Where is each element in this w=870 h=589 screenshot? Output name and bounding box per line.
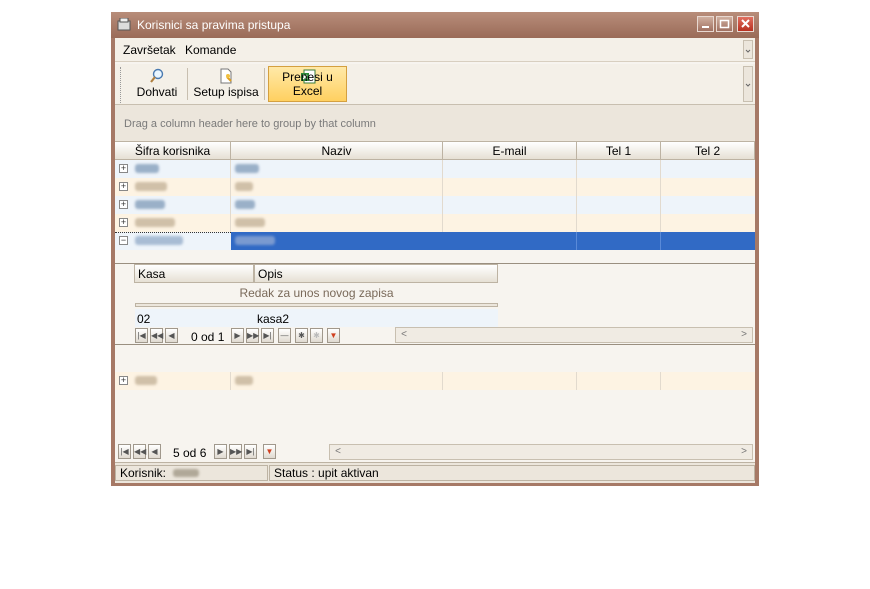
prev-record-icon[interactable]: ◀	[148, 444, 161, 459]
collapse-icon[interactable]: −	[119, 236, 128, 245]
close-button[interactable]	[737, 16, 754, 32]
print-setup-label: Setup ispisa	[193, 85, 259, 99]
toolbar-grip[interactable]	[120, 67, 124, 103]
group-by-panel[interactable]: Drag a column header here to group by th…	[115, 105, 755, 141]
grid-navigator: |◀ ◀◀ ◀ 5 od 6 ▶ ▶▶ ▶| ▼	[118, 444, 318, 460]
detail-grid: Kasa Opis Redak za unos novog zapisa 02 …	[115, 263, 755, 345]
maximize-icon	[719, 19, 730, 29]
menu-komande[interactable]: Komande	[185, 43, 236, 57]
menu-overflow-button[interactable]	[743, 40, 753, 59]
group-by-hint: Drag a column header here to group by th…	[124, 118, 376, 130]
column-header-email[interactable]: E-mail	[443, 142, 577, 160]
new-row-placeholder[interactable]: Redak za unos novog zapisa	[135, 284, 498, 302]
column-header-naziv[interactable]: Naziv	[231, 142, 443, 160]
append-record-icon[interactable]: ✱	[295, 328, 308, 343]
prev-page-icon[interactable]: ◀◀	[133, 444, 146, 459]
detail-column-header-kasa[interactable]: Kasa	[134, 264, 254, 283]
detail-navigator: |◀ ◀◀ ◀ 0 od 1 ▶ ▶▶ ▶| — ✱ ✱ ▼	[135, 328, 395, 344]
prev-record-icon[interactable]: ◀	[165, 328, 178, 343]
close-icon	[741, 19, 750, 28]
window-client: Završetak Komande Dohvati Setup ispisa P…	[115, 38, 755, 483]
table-row[interactable]: +	[115, 372, 755, 390]
scroll-right-icon[interactable]: >	[737, 445, 751, 459]
magnifier-icon	[150, 68, 164, 83]
minimize-icon	[702, 26, 709, 28]
export-excel-label: Prenesi u Excel	[282, 70, 333, 98]
title-bar[interactable]: Korisnici sa pravima pristupa	[111, 12, 759, 38]
maximize-button[interactable]	[716, 16, 733, 32]
redacted-sifra	[135, 236, 183, 245]
next-record-icon[interactable]: ▶	[214, 444, 227, 459]
first-page-icon[interactable]: |◀	[135, 328, 148, 343]
last-page-icon[interactable]: ▶|	[244, 444, 257, 459]
fetch-label: Dohvati	[136, 85, 178, 99]
grid-record-position: 5 od 6	[173, 446, 207, 460]
table-row[interactable]: +	[115, 196, 755, 214]
detail-cell-kasa: 02	[137, 312, 151, 326]
menu-zavrsetak[interactable]: Završetak	[123, 43, 176, 57]
scroll-left-icon[interactable]: <	[331, 445, 345, 459]
detail-cell-opis: kasa2	[257, 312, 290, 326]
page-setup-icon	[220, 68, 232, 84]
scroll-right-icon[interactable]: >	[737, 328, 751, 342]
next-page-icon[interactable]: ▶▶	[246, 328, 259, 343]
last-page-icon[interactable]: ▶|	[261, 328, 274, 343]
user-label: Korisnik:	[120, 466, 167, 480]
app-icon	[117, 18, 131, 31]
toolbar-overflow-button[interactable]	[743, 66, 753, 102]
chevron-down-icon	[745, 83, 751, 87]
scroll-left-icon[interactable]: <	[397, 328, 411, 342]
toolbar: Dohvati Setup ispisa Prenesi u Excel	[115, 64, 755, 105]
table-row[interactable]: +	[115, 178, 755, 196]
main-window: Korisnici sa pravima pristupa Završetak …	[111, 12, 759, 486]
cancel-edit-icon[interactable]: ✱	[310, 328, 323, 343]
detail-separator	[135, 303, 498, 307]
menu-bar: Završetak Komande	[115, 38, 755, 62]
table-row[interactable]: +	[115, 160, 755, 178]
print-setup-button[interactable]: Setup ispisa	[189, 66, 263, 102]
column-header-tel2[interactable]: Tel 2	[661, 142, 755, 160]
status-bar: Korisnik: Status : upit aktivan	[115, 462, 755, 483]
fetch-button[interactable]: Dohvati	[128, 66, 186, 102]
toolbar-separator	[187, 68, 188, 100]
column-header-tel1[interactable]: Tel 1	[577, 142, 661, 160]
status-panel: Status : upit aktivan	[269, 465, 755, 481]
table-row[interactable]: +	[115, 214, 755, 232]
filter-icon[interactable]: ▼	[327, 328, 340, 343]
next-page-icon[interactable]: ▶▶	[229, 444, 242, 459]
first-page-icon[interactable]: |◀	[118, 444, 131, 459]
detail-column-header-opis[interactable]: Opis	[254, 264, 498, 283]
prev-page-icon[interactable]: ◀◀	[150, 328, 163, 343]
column-header-sifra[interactable]: Šifra korisnika	[115, 142, 231, 160]
toolbar-separator	[264, 68, 265, 100]
users-grid: Šifra korisnika Naziv E-mail Tel 1 Tel 2…	[115, 141, 755, 464]
next-record-icon[interactable]: ▶	[231, 328, 244, 343]
filter-icon[interactable]: ▼	[263, 444, 276, 459]
detail-horizontal-scrollbar[interactable]: < >	[395, 327, 753, 343]
grid-horizontal-scrollbar[interactable]: < >	[329, 444, 753, 460]
redacted-username	[173, 469, 200, 477]
minimize-button[interactable]	[697, 16, 714, 32]
user-panel: Korisnik:	[115, 465, 268, 481]
delete-record-icon[interactable]: —	[278, 328, 291, 343]
redacted-naziv	[235, 236, 275, 245]
export-excel-button[interactable]: Prenesi u Excel	[268, 66, 347, 102]
table-row-selected[interactable]: −	[115, 232, 755, 250]
detail-row[interactable]: 02 kasa2	[135, 309, 498, 327]
detail-record-position: 0 od 1	[191, 330, 225, 344]
window-title: Korisnici sa pravima pristupa	[137, 18, 291, 32]
chevron-down-icon	[745, 49, 751, 53]
